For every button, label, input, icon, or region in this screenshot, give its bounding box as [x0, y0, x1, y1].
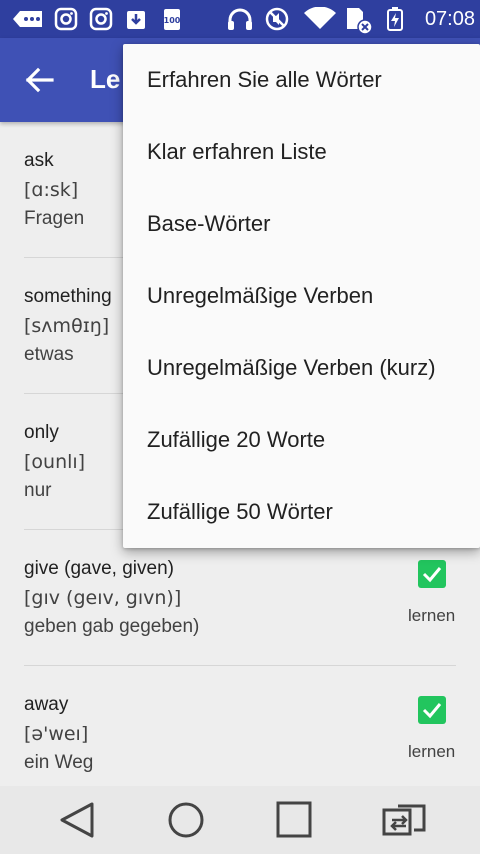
menu-item-base-words[interactable]: Base-Wörter: [123, 188, 480, 260]
svg-text:100: 100: [164, 16, 181, 25]
menu-item-clear-learned-list[interactable]: Klar erfahren Liste: [123, 116, 480, 188]
instagram-icon: [54, 7, 78, 31]
word-transcription: [gıv (geıv, gıvn)]: [24, 587, 182, 609]
word-translation: ein Weg: [24, 752, 94, 773]
word-translation: etwas: [24, 344, 74, 365]
overflow-menu: Erfahren Sie alle Wörter Klar erfahren L…: [123, 44, 480, 548]
headphones-icon: [228, 8, 252, 30]
list-item[interactable]: away [ə'weı] ein Weg lernen: [0, 666, 480, 786]
mute-icon: [265, 7, 289, 31]
home-circle-icon[interactable]: [164, 800, 208, 840]
word-transcription: [sʌmθɪŋ]: [24, 315, 110, 337]
status-bar: 100 07:08: [0, 0, 480, 38]
battery-100-icon: 100: [164, 9, 181, 30]
word-english: away: [24, 694, 69, 715]
menu-item-random-50[interactable]: Zufällige 50 Wörter: [123, 476, 480, 548]
word-translation: Fragen: [24, 208, 85, 229]
sim-error-icon: [347, 8, 373, 35]
download-icon: [127, 11, 145, 29]
learn-checkbox[interactable]: [418, 560, 446, 588]
word-transcription: [ounlı]: [24, 451, 86, 473]
word-translation: nur: [24, 480, 52, 501]
word-transcription: [ə'weı]: [24, 723, 89, 745]
back-arrow-icon[interactable]: [16, 58, 64, 102]
status-time: 07:08: [424, 8, 475, 30]
switch-app-icon[interactable]: [380, 800, 428, 840]
wifi-icon: [304, 7, 336, 29]
learn-checkbox[interactable]: [418, 696, 446, 724]
message-icon: [13, 11, 42, 27]
instagram-icon-2: [89, 7, 113, 31]
learn-label: lernen: [408, 606, 456, 625]
word-english: ask: [24, 150, 54, 171]
list-item[interactable]: give (gave, given) [gıv (geıv, gıvn)] ge…: [0, 530, 480, 666]
app-title: Le: [90, 64, 121, 94]
menu-item-irregular-verbs-short[interactable]: Unregelmäßige Verben (kurz): [123, 332, 480, 404]
word-transcription: [ɑ:sk]: [24, 179, 79, 201]
word-english: something: [24, 286, 112, 307]
menu-item-irregular-verbs[interactable]: Unregelmäßige Verben: [123, 260, 480, 332]
screen: 100 07:08 Le ask [ɑ:sk] Fragen something…: [0, 0, 480, 854]
recents-square-icon[interactable]: [272, 800, 316, 840]
word-translation: geben gab gegeben): [24, 616, 200, 637]
menu-item-random-20[interactable]: Zufällige 20 Worte: [123, 404, 480, 476]
menu-item-learn-all-words[interactable]: Erfahren Sie alle Wörter: [123, 44, 480, 116]
word-english: only: [24, 422, 59, 443]
back-triangle-icon[interactable]: [56, 800, 100, 840]
navigation-bar: [0, 786, 480, 854]
word-english: give (gave, given): [24, 558, 174, 579]
learn-label: lernen: [408, 742, 456, 761]
battery-charging-icon: [387, 7, 403, 31]
